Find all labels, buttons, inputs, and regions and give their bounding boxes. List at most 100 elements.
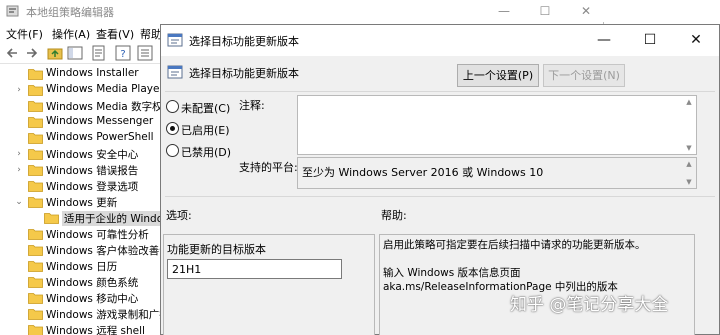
close-icon[interactable]: ✕	[568, 0, 604, 22]
chevron-down-icon[interactable]: ⌄	[14, 196, 24, 208]
folder-icon	[28, 261, 43, 272]
radio-label[interactable]: 已启用(E)	[181, 122, 230, 138]
tree-item-label[interactable]: Windows 游戏录制和广播	[46, 307, 170, 322]
folder-icon	[28, 245, 43, 256]
folder-icon	[28, 325, 43, 335]
tree-item-label[interactable]: Windows 可靠性分析	[46, 227, 149, 242]
tree-item-label[interactable]: Windows PowerShell	[46, 131, 154, 143]
export-list-icon[interactable]	[90, 44, 108, 62]
tree-item[interactable]: Windows 颜色系统	[0, 274, 160, 290]
tree-item[interactable]: › Windows 错误报告	[0, 162, 160, 178]
scroll-up-icon[interactable]: ▲	[684, 160, 694, 168]
tree-item[interactable]: Windows Media 数字权限	[0, 98, 173, 114]
policy-editor-app-icon	[6, 5, 19, 17]
options-label: 选项:	[166, 209, 192, 222]
dialog-close-icon[interactable]: ✕	[673, 25, 719, 56]
folder-icon	[28, 101, 43, 112]
watermark-text: 知乎 @笔记分享大全	[510, 295, 669, 315]
menu-view[interactable]: 查看(V)	[96, 26, 134, 42]
tree-item-label[interactable]: Windows 登录选项	[46, 179, 138, 194]
tree-item[interactable]: Windows 远程 shell	[0, 322, 160, 335]
tree-item-label[interactable]: Windows Media Player	[46, 83, 164, 95]
folder-icon	[28, 133, 43, 144]
section-divider	[165, 196, 715, 197]
forward-arrow-icon[interactable]	[22, 44, 40, 62]
scroll-down-icon[interactable]: ▼	[684, 144, 694, 152]
help-text-line1: 启用此策略可指定要在后续扫描中请求的功能更新版本。	[383, 239, 646, 251]
radio-label[interactable]: 已禁用(D)	[181, 144, 231, 160]
tree-item[interactable]: Windows Installer	[0, 66, 160, 82]
menu-help[interactable]: 帮助	[140, 26, 162, 42]
policy-tree: Windows Installer › Windows Media Player Wi…	[0, 66, 180, 335]
tree-item[interactable]: Windows PowerShell	[0, 130, 160, 146]
tree-item[interactable]: Windows 游戏录制和广播	[0, 306, 170, 322]
supported-platforms-box: 至少为 Windows Server 2016 或 Windows 10 ▲ ▼	[297, 157, 697, 189]
tree-item[interactable]: Windows 日历	[0, 258, 160, 274]
tree-item-label[interactable]: Windows 客户体验改善计	[46, 243, 170, 258]
policy-heading: 选择目标功能更新版本	[189, 67, 299, 80]
dialog-title-bar: 选择目标功能更新版本 — ☐ ✕	[161, 25, 719, 56]
minimize-icon[interactable]: —	[486, 0, 522, 22]
policy-setting-heading-icon	[167, 65, 183, 79]
tree-item[interactable]: Windows 移动中心	[0, 290, 160, 306]
radio-label[interactable]: 未配置(C)	[181, 100, 230, 116]
tree-item-label[interactable]: Windows 颜色系统	[46, 275, 138, 290]
svg-text:?: ?	[120, 49, 125, 60]
target-version-label: 功能更新的目标版本	[167, 243, 266, 256]
tree-item-label[interactable]: Windows Media 数字权限	[46, 99, 173, 114]
tree-item[interactable]: Windows Messenger	[0, 114, 160, 130]
chevron-right-icon[interactable]: ›	[14, 84, 24, 96]
folder-icon	[28, 85, 43, 96]
chevron-right-icon[interactable]: ›	[14, 164, 24, 176]
scroll-down-icon[interactable]: ▼	[684, 178, 694, 186]
tree-item-label[interactable]: Windows Messenger	[46, 115, 153, 127]
tree-item-label[interactable]: Windows 远程 shell	[46, 323, 145, 335]
dialog-minimize-icon[interactable]: —	[581, 25, 627, 56]
tree-item[interactable]: ⌄ Windows 更新	[0, 194, 160, 210]
editor-title: 本地组策略编辑器	[26, 6, 114, 19]
options-panel: 功能更新的目标版本 21H1	[163, 234, 375, 335]
chevron-right-icon[interactable]: ›	[14, 148, 24, 160]
radio-circle[interactable]	[166, 100, 179, 113]
properties-icon[interactable]	[136, 44, 154, 62]
tree-item[interactable]: Windows 可靠性分析	[0, 226, 160, 242]
comment-textarea[interactable]: ▲ ▼	[297, 95, 697, 155]
help-panel: 启用此策略可指定要在后续扫描中请求的功能更新版本。 输入 Windows 版本信…	[379, 234, 695, 335]
tree-item-label[interactable]: Windows 安全中心	[46, 147, 138, 162]
policy-setting-dialog: 选择目标功能更新版本 — ☐ ✕ 选择目标功能更新版本 上一个设置(P) 下一个…	[160, 24, 720, 335]
back-arrow-icon[interactable]	[4, 44, 22, 62]
tree-item[interactable]: › Windows Media Player	[0, 82, 164, 98]
comment-label: 注释:	[239, 99, 265, 112]
radio-circle[interactable]	[166, 144, 179, 157]
folder-icon	[28, 277, 43, 288]
editor-title-bar: 本地组策略编辑器 — ☐ ✕	[0, 0, 604, 22]
folder-icon	[44, 213, 59, 224]
folder-icon	[28, 197, 43, 208]
help-icon[interactable]: ?	[114, 44, 132, 62]
supported-platforms-label: 支持的平台:	[239, 161, 298, 174]
menu-file[interactable]: 文件(F)	[6, 26, 43, 42]
tree-item-label[interactable]: Windows Installer	[46, 67, 139, 79]
target-version-input[interactable]: 21H1	[167, 259, 342, 279]
next-setting-button[interactable]: 下一个设置(N)	[543, 64, 625, 87]
tree-item-label[interactable]: Windows 日历	[46, 259, 117, 274]
tree-item-label[interactable]: Windows 移动中心	[46, 291, 138, 306]
tree-item[interactable]: › Windows 安全中心	[0, 146, 160, 162]
previous-setting-button[interactable]: 上一个设置(P)	[457, 64, 539, 87]
up-folder-icon[interactable]	[46, 44, 64, 62]
folder-icon	[28, 149, 43, 160]
tree-item[interactable]: 适用于企业的 Windows	[0, 210, 180, 226]
folder-icon	[28, 117, 43, 128]
show-tree-icon[interactable]	[66, 44, 84, 62]
tree-item[interactable]: Windows 客户体验改善计	[0, 242, 170, 258]
radio-circle[interactable]	[166, 122, 179, 135]
folder-icon	[28, 69, 43, 80]
maximize-icon[interactable]: ☐	[527, 0, 563, 22]
dialog-maximize-icon[interactable]: ☐	[627, 25, 673, 56]
folder-icon	[28, 181, 43, 192]
tree-item[interactable]: Windows 登录选项	[0, 178, 160, 194]
tree-item-label[interactable]: Windows 更新	[46, 195, 117, 210]
scroll-up-icon[interactable]: ▲	[684, 98, 694, 106]
tree-item-label[interactable]: Windows 错误报告	[46, 163, 138, 178]
menu-action[interactable]: 操作(A)	[52, 26, 90, 42]
